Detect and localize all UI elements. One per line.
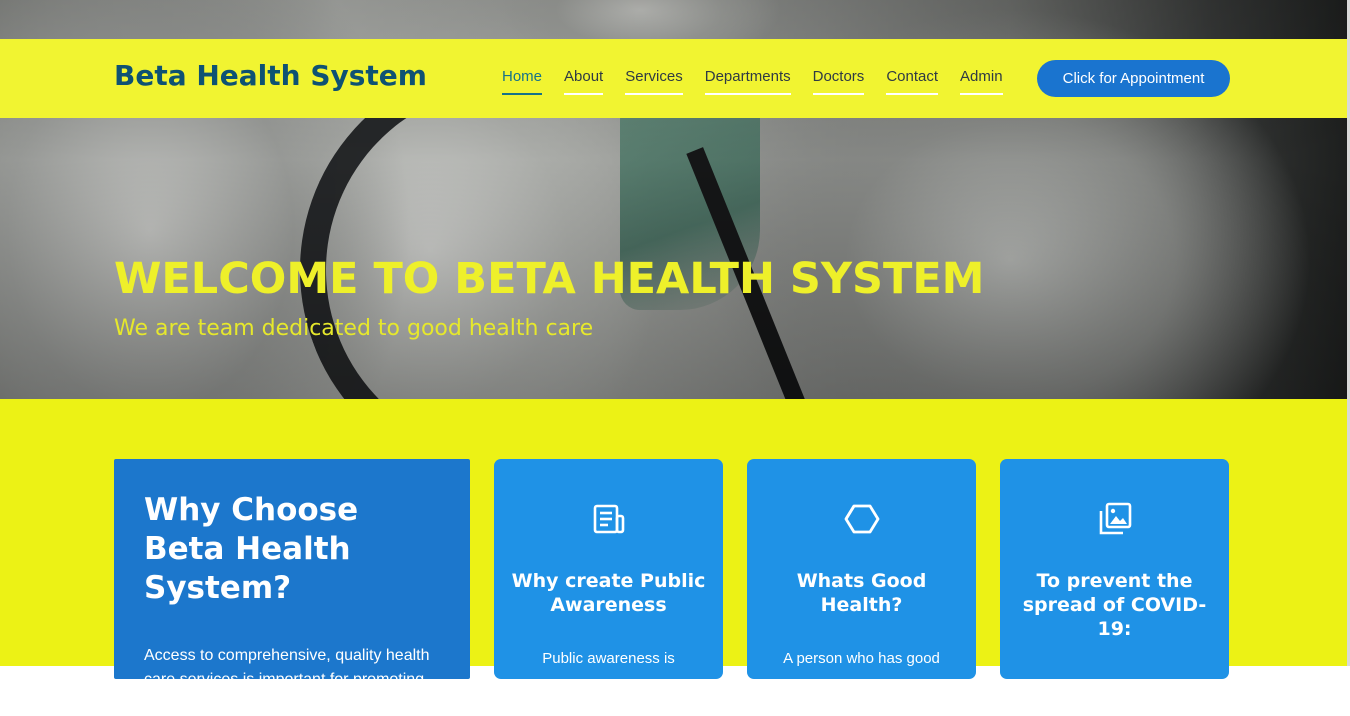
card-text: Public awareness is xyxy=(542,650,675,667)
appointment-button[interactable]: Click for Appointment xyxy=(1037,60,1230,97)
card-title: Whats Good Health? xyxy=(796,570,927,616)
card-title: Why create Public Awareness xyxy=(511,570,706,616)
nav-contact[interactable]: Contact xyxy=(886,67,939,95)
nav-about[interactable]: About xyxy=(564,67,604,95)
hero-subtitle: We are team dedicated to good health car… xyxy=(114,316,594,341)
site-logo[interactable]: Beta Health System xyxy=(114,59,427,92)
hero-title: WELCOME TO BETA HEALTH SYSTEM xyxy=(114,254,985,304)
nav-admin[interactable]: Admin xyxy=(960,67,1003,95)
card-text: A person who has good xyxy=(783,650,940,667)
main-nav: Home About Services Departments Doctors … xyxy=(502,67,1025,95)
nav-services[interactable]: Services xyxy=(625,67,683,95)
feature-card-covid: To prevent the spread of COVID-19: xyxy=(1000,459,1229,679)
nav-home[interactable]: Home xyxy=(502,67,543,95)
images-icon xyxy=(1099,502,1131,535)
why-choose-text: Access to comprehensive, quality health … xyxy=(144,647,430,712)
features-section: Why Choose Beta Health System? Access to… xyxy=(0,399,1347,712)
nav-departments[interactable]: Departments xyxy=(704,67,791,95)
why-choose-title: Why Choose Beta Health System? xyxy=(144,492,359,606)
feature-card-awareness: Why create Public Awareness Public aware… xyxy=(494,459,723,679)
hexagon-icon xyxy=(844,504,879,534)
receipt-icon xyxy=(593,504,624,534)
site-header: Beta Health System Home About Services D… xyxy=(0,39,1347,118)
nav-doctors[interactable]: Doctors xyxy=(812,67,865,95)
card-title: To prevent the spread of COVID-19: xyxy=(1022,570,1207,640)
feature-card-good-health: Whats Good Health? A person who has good xyxy=(747,459,976,679)
why-choose-box: Why Choose Beta Health System? Access to… xyxy=(114,459,470,712)
